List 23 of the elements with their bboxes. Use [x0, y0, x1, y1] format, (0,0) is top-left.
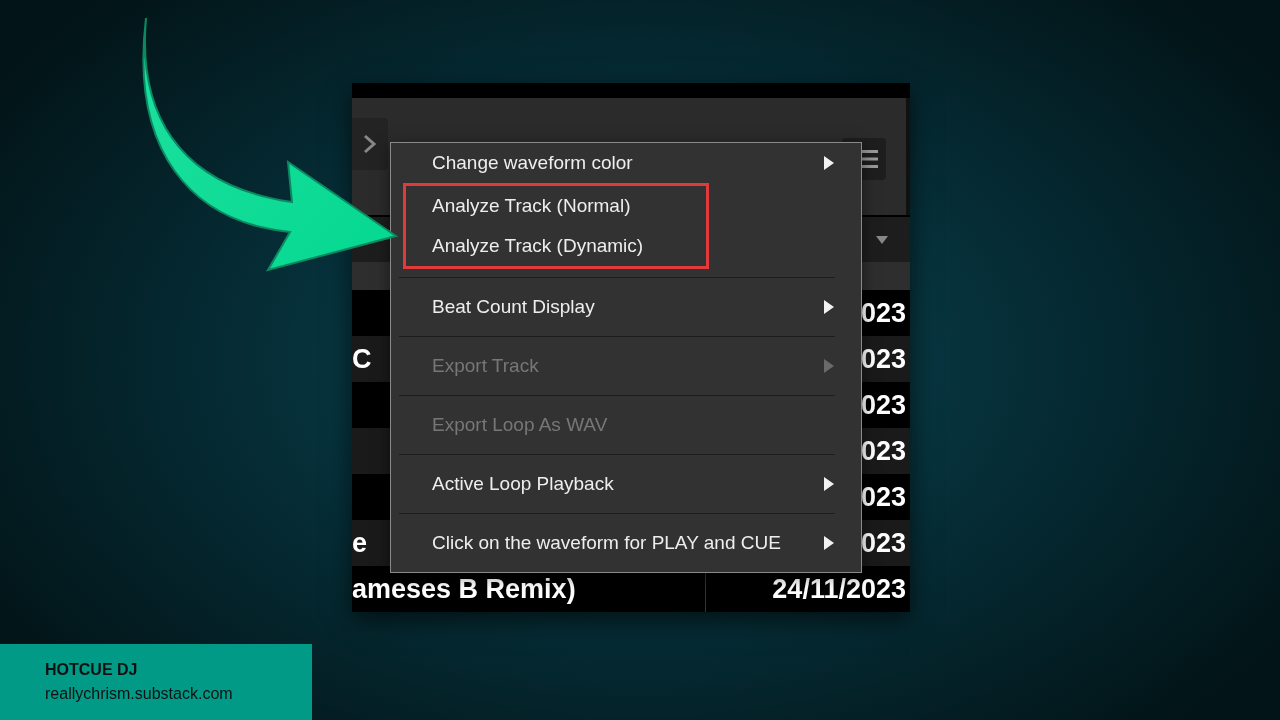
website-url: reallychrism.substack.com [45, 685, 234, 703]
menu-item[interactable]: Click on the waveform for PLAY and CUE [391, 514, 861, 572]
caret-icon[interactable] [876, 235, 888, 244]
chevron-icon [363, 134, 377, 154]
date-added: 24/11/2023 [772, 573, 906, 605]
menu-item[interactable]: Active Loop Playback [391, 455, 861, 513]
curved-arrow-icon [142, 17, 397, 271]
track-title: ameses B Remix) [352, 573, 576, 605]
date-added: 023 [860, 343, 906, 375]
brand-title: HOTCUE DJ [45, 661, 139, 679]
menu-icon [862, 149, 878, 169]
next-button[interactable] [352, 118, 388, 170]
track-title: C [352, 343, 372, 375]
menu-item[interactable]: Analyze Track (Dynamic) [406, 226, 706, 266]
menu-item[interactable]: Change waveform color [391, 143, 861, 183]
date-added: 023 [860, 297, 906, 329]
date-added: 023 [860, 435, 906, 467]
menu-item[interactable]: Beat Count Display [391, 278, 861, 336]
date-added: 023 [860, 389, 906, 421]
date-added: 023 [860, 481, 906, 513]
track-title: e [352, 527, 368, 559]
menu-item[interactable]: Analyze Track (Normal) [406, 186, 706, 226]
date-added: 023 [860, 527, 906, 559]
